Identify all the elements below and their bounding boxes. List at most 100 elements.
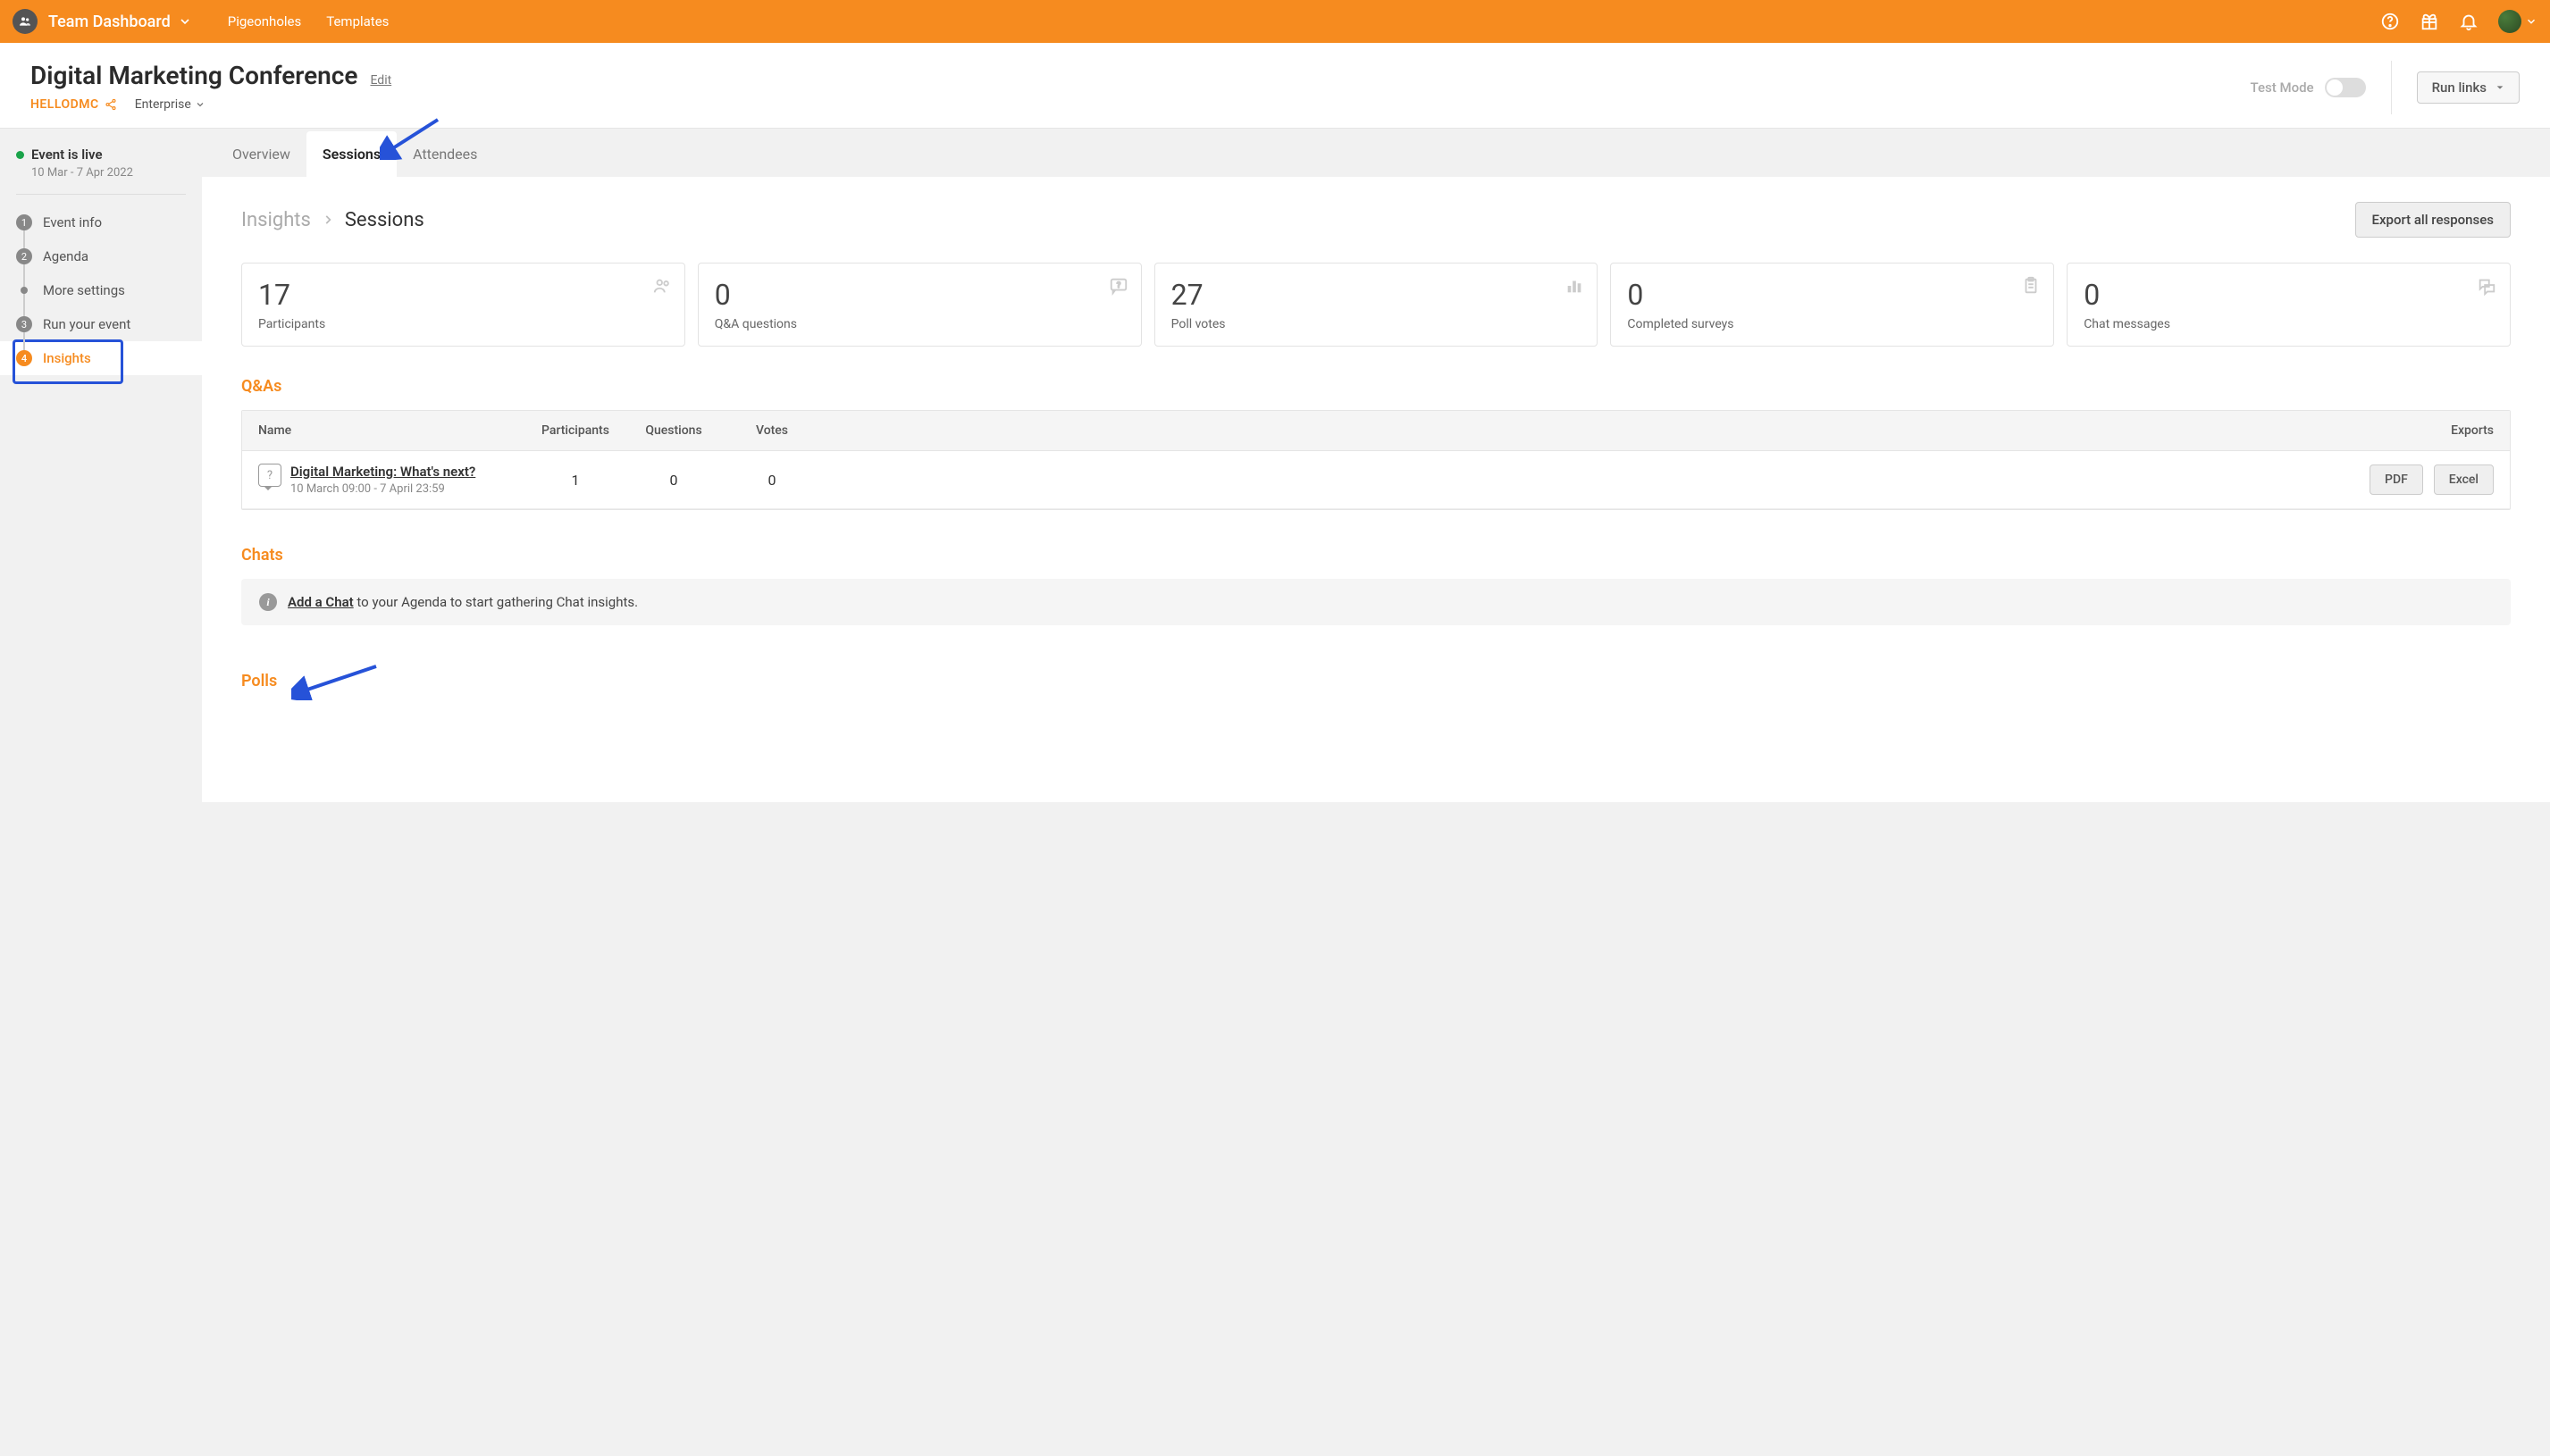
table-row: Digital Marketing: What's next? 10 March… xyxy=(242,451,2510,509)
event-header: Digital Marketing Conference Edit HELLOD… xyxy=(0,43,2550,129)
chevron-right-icon xyxy=(322,213,334,226)
stat-label: Poll votes xyxy=(1171,317,1581,331)
stat-label: Chat messages xyxy=(2084,317,2494,331)
share-icon xyxy=(105,98,117,111)
export-pdf-button[interactable]: PDF xyxy=(2370,464,2423,495)
tab-overview[interactable]: Overview xyxy=(216,131,306,177)
th-name: Name xyxy=(258,423,526,438)
step-label: Insights xyxy=(43,350,91,366)
panel: Insights Sessions Export all responses 1… xyxy=(202,177,2550,802)
sidebar-item-insights[interactable]: 4 Insights xyxy=(0,341,202,375)
chevron-down-icon[interactable] xyxy=(178,14,192,29)
live-status-label: Event is live xyxy=(31,146,103,163)
section-qas-title: Q&As xyxy=(241,377,2511,396)
cell-questions: 0 xyxy=(625,472,723,489)
step-dot xyxy=(21,287,28,294)
sidebar-steps: 1 Event info 2 Agenda More settings 3 Ru… xyxy=(0,205,202,375)
event-code[interactable]: HELLODMC xyxy=(30,97,117,112)
annotation-arrow-icon xyxy=(291,661,381,700)
breadcrumb: Insights Sessions xyxy=(241,209,424,231)
qa-session-icon xyxy=(258,464,281,487)
qa-table: Name Participants Questions Votes Export… xyxy=(241,410,2511,510)
stat-qa: 0 Q&A questions ? xyxy=(698,263,1142,347)
step-label: Event info xyxy=(43,214,102,230)
stat-value: 0 xyxy=(2084,278,2494,312)
th-participants: Participants xyxy=(526,423,625,438)
step-label: Agenda xyxy=(43,248,88,264)
team-avatar[interactable] xyxy=(13,9,38,34)
info-icon: i xyxy=(259,593,277,611)
sidebar-item-event-info[interactable]: 1 Event info xyxy=(0,205,202,239)
bar-chart-icon xyxy=(1564,276,1584,296)
export-excel-button[interactable]: Excel xyxy=(2434,464,2494,495)
run-links-label: Run links xyxy=(2432,79,2487,96)
th-questions: Questions xyxy=(625,423,723,438)
sidebar: Event is live 10 Mar - 7 Apr 2022 1 Even… xyxy=(0,129,202,802)
chat-empty-state: i Add a Chat to your Agenda to start gat… xyxy=(241,579,2511,625)
session-name-link[interactable]: Digital Marketing: What's next? xyxy=(290,464,475,480)
run-links-button[interactable]: Run links xyxy=(2417,71,2520,104)
dashboard-title[interactable]: Team Dashboard xyxy=(48,13,171,31)
event-dates: 10 Mar - 7 Apr 2022 xyxy=(31,166,186,180)
stat-participants: 17 Participants xyxy=(241,263,685,347)
stat-value: 17 xyxy=(258,278,668,312)
clipboard-icon xyxy=(2021,276,2041,296)
plan-dropdown[interactable]: Enterprise xyxy=(135,97,206,112)
step-label: More settings xyxy=(43,282,125,298)
step-badge: 4 xyxy=(16,350,32,366)
breadcrumb-row: Insights Sessions Export all responses xyxy=(241,202,2511,238)
breadcrumb-root[interactable]: Insights xyxy=(241,209,311,231)
stat-value: 0 xyxy=(1627,278,2037,312)
edit-event-link[interactable]: Edit xyxy=(370,73,391,88)
tabs: Overview Sessions Attendees xyxy=(202,129,2550,177)
sidebar-item-more-settings[interactable]: More settings xyxy=(0,273,202,307)
event-title: Digital Marketing Conference xyxy=(30,61,357,90)
test-mode-label: Test Mode xyxy=(2251,79,2314,96)
toggle-switch[interactable] xyxy=(2325,78,2366,97)
topbar-right xyxy=(2380,10,2537,33)
tab-attendees[interactable]: Attendees xyxy=(397,131,493,177)
stat-polls: 27 Poll votes xyxy=(1154,263,1598,347)
table-header: Name Participants Questions Votes Export… xyxy=(242,411,2510,451)
sidebar-item-run-event[interactable]: 3 Run your event xyxy=(0,307,202,341)
people-icon xyxy=(652,276,672,296)
stat-label: Q&A questions xyxy=(715,317,1125,331)
top-nav: Pigeonholes Templates xyxy=(228,13,390,29)
export-all-button[interactable]: Export all responses xyxy=(2355,202,2512,238)
live-dot-icon xyxy=(16,151,24,159)
th-exports: Exports xyxy=(821,423,2494,438)
polls-row: Polls xyxy=(241,661,2511,700)
main-layout: Event is live 10 Mar - 7 Apr 2022 1 Even… xyxy=(0,129,2550,802)
nav-templates[interactable]: Templates xyxy=(326,13,389,29)
step-label: Run your event xyxy=(43,316,130,332)
section-polls-title: Polls xyxy=(241,672,277,690)
content: Overview Sessions Attendees Insights Ses… xyxy=(202,129,2550,802)
stat-label: Participants xyxy=(258,317,668,331)
step-badge: 3 xyxy=(16,316,32,332)
stat-value: 0 xyxy=(715,278,1125,312)
chevron-down-icon xyxy=(195,99,206,110)
user-menu[interactable] xyxy=(2498,10,2537,33)
user-avatar xyxy=(2498,10,2521,33)
sidebar-item-agenda[interactable]: 2 Agenda xyxy=(0,239,202,273)
stat-surveys: 0 Completed surveys xyxy=(1610,263,2054,347)
help-icon[interactable] xyxy=(2380,12,2400,31)
tab-sessions[interactable]: Sessions xyxy=(306,131,397,177)
tab-label: Sessions xyxy=(323,146,381,163)
cell-participants: 1 xyxy=(526,472,625,489)
chevron-down-icon xyxy=(2525,15,2537,28)
nav-pigeonholes[interactable]: Pigeonholes xyxy=(228,13,302,29)
divider xyxy=(2391,61,2392,114)
question-icon: ? xyxy=(1109,276,1128,296)
breadcrumb-leaf: Sessions xyxy=(345,209,424,231)
step-badge: 1 xyxy=(16,214,32,230)
section-chats-title: Chats xyxy=(241,546,2511,565)
stat-cards: 17 Participants 0 Q&A questions ? 27 Pol… xyxy=(241,263,2511,347)
chat-icon xyxy=(2476,276,2497,296)
stat-chat: 0 Chat messages xyxy=(2067,263,2511,347)
test-mode-toggle[interactable]: Test Mode xyxy=(2251,78,2366,97)
add-chat-link[interactable]: Add a Chat xyxy=(288,594,354,610)
gift-icon[interactable] xyxy=(2420,12,2439,31)
chat-empty-text: to your Agenda to start gathering Chat i… xyxy=(354,594,638,610)
bell-icon[interactable] xyxy=(2459,12,2479,31)
